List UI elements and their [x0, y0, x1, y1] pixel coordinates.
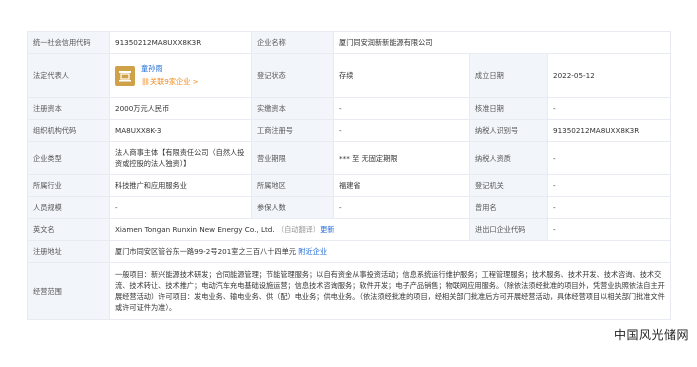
- taxpayer-id-label: 纳税人识别号: [469, 119, 548, 142]
- former-name-value: -: [546, 196, 672, 219]
- org-code-value: MA8UXX8K-3: [109, 119, 252, 142]
- credit-code-value: 91350212MA8UXX8K3R: [109, 31, 252, 54]
- paid-capital-value: -: [333, 97, 470, 120]
- watermark-text: 中国风光储网: [613, 328, 689, 342]
- company-info-table: 统一社会信用代码 91350212MA8UXX8K3R 企业名称 厦门同安润新新…: [27, 31, 672, 320]
- capital-label: 注册资本: [27, 97, 110, 120]
- biz-term-label: 营业期限: [251, 141, 334, 175]
- industry-value: 科技推广和应用服务业: [109, 174, 252, 197]
- company-name-label: 企业名称: [251, 31, 334, 54]
- scope-value: 一般项目：新兴能源技术研发；合同能源管理；节能管理服务；以自有资金从事投资活动；…: [108, 262, 672, 320]
- former-name-label: 曾用名: [469, 196, 548, 219]
- english-name-label: 英文名: [27, 218, 110, 241]
- legal-rep-avatar[interactable]: [115, 65, 135, 86]
- company-type-label: 企业类型: [27, 141, 110, 175]
- reg-authority-value: -: [546, 174, 672, 197]
- region-label: 所属地区: [251, 174, 334, 197]
- table-row: 英文名 Xiamen Tongan Runxin New Energy Co.,…: [27, 218, 672, 241]
- staff-size-label: 人员规模: [27, 196, 110, 219]
- taxpayer-qual-label: 纳税人资质: [469, 141, 548, 175]
- legal-rep-label: 法定代表人: [27, 53, 110, 98]
- approval-date-value: -: [546, 97, 672, 120]
- industry-label: 所属行业: [27, 174, 110, 197]
- region-value: 福建省: [333, 174, 470, 197]
- table-row: 法定代表人 童孙雨 ⛓关联9家企业 > 登记状态 存续 成立日期 2022-05…: [27, 53, 672, 98]
- link-icon: ⛓: [141, 78, 150, 86]
- person-avatar-icon: [119, 70, 131, 81]
- established-value: 2022-05-12: [546, 53, 672, 98]
- biz-reg-no-value: -: [333, 119, 470, 142]
- related-companies-label: 关联9家企业 >: [149, 77, 199, 86]
- english-name-cell: Xiamen Tongan Runxin New Energy Co., Ltd…: [109, 218, 470, 241]
- legal-rep-name-link[interactable]: 童孙雨: [141, 63, 199, 74]
- insured-value: -: [333, 196, 470, 219]
- established-label: 成立日期: [469, 53, 548, 98]
- table-row: 企业类型 法人商事主体【有限责任公司（自然人投资或控股的法人独资）】 营业期限 …: [27, 141, 672, 175]
- approval-date-label: 核准日期: [469, 97, 548, 120]
- scope-label: 经营范围: [27, 262, 110, 320]
- reg-status-value: 存续: [333, 53, 470, 98]
- nearby-companies-link[interactable]: 附近企业: [298, 247, 327, 256]
- import-export-value: -: [546, 218, 672, 241]
- reg-authority-label: 登记机关: [469, 174, 548, 197]
- address-label: 注册地址: [27, 240, 110, 263]
- capital-value: 2000万元人民币: [109, 97, 252, 120]
- table-row: 注册地址 厦门市同安区管谷东一路99-2号201室之三百八十四单元 附近企业: [27, 240, 672, 263]
- table-row: 统一社会信用代码 91350212MA8UXX8K3R 企业名称 厦门同安润新新…: [27, 31, 672, 54]
- company-type-value: 法人商事主体【有限责任公司（自然人投资或控股的法人独资）】: [109, 141, 252, 175]
- legal-rep-cell: 童孙雨 ⛓关联9家企业 >: [109, 53, 252, 98]
- address-cell: 厦门市同安区管谷东一路99-2号201室之三百八十四单元 附近企业: [108, 240, 672, 263]
- english-name-note: （自动翻译）: [276, 225, 321, 234]
- table-row: 所属行业 科技推广和应用服务业 所属地区 福建省 登记机关 -: [27, 174, 672, 197]
- english-name-value: Xiamen Tongan Runxin New Energy Co., Ltd…: [115, 225, 275, 234]
- table-row: 人员规模 - 参保人数 - 曾用名 -: [27, 196, 672, 219]
- taxpayer-qual-value: -: [546, 141, 672, 175]
- credit-code-label: 统一社会信用代码: [27, 31, 110, 54]
- reg-status-label: 登记状态: [251, 53, 334, 98]
- related-companies-link[interactable]: ⛓关联9家企业 >: [141, 76, 199, 88]
- taxpayer-id-value: 91350212MA8UXX8K3R: [546, 119, 672, 142]
- address-value: 厦门市同安区管谷东一路99-2号201室之三百八十四单元: [115, 247, 296, 256]
- company-name-value: 厦门同安润新新能源有限公司: [332, 31, 672, 54]
- table-row: 组织机构代码 MA8UXX8K-3 工商注册号 - 纳税人识别号 9135021…: [27, 119, 672, 142]
- staff-size-value: -: [109, 196, 252, 219]
- paid-capital-label: 实缴资本: [251, 97, 334, 120]
- biz-term-value: *** 至 无固定期限: [333, 141, 470, 175]
- biz-reg-no-label: 工商注册号: [251, 119, 334, 142]
- table-row: 注册资本 2000万元人民币 实缴资本 - 核准日期 -: [27, 97, 672, 120]
- table-row: 经营范围 一般项目：新兴能源技术研发；合同能源管理；节能管理服务；以自有资金从事…: [27, 262, 672, 320]
- insured-label: 参保人数: [251, 196, 334, 219]
- import-export-label: 进出口企业代码: [469, 218, 548, 241]
- org-code-label: 组织机构代码: [27, 119, 110, 142]
- update-translation-link[interactable]: 更新: [320, 225, 334, 234]
